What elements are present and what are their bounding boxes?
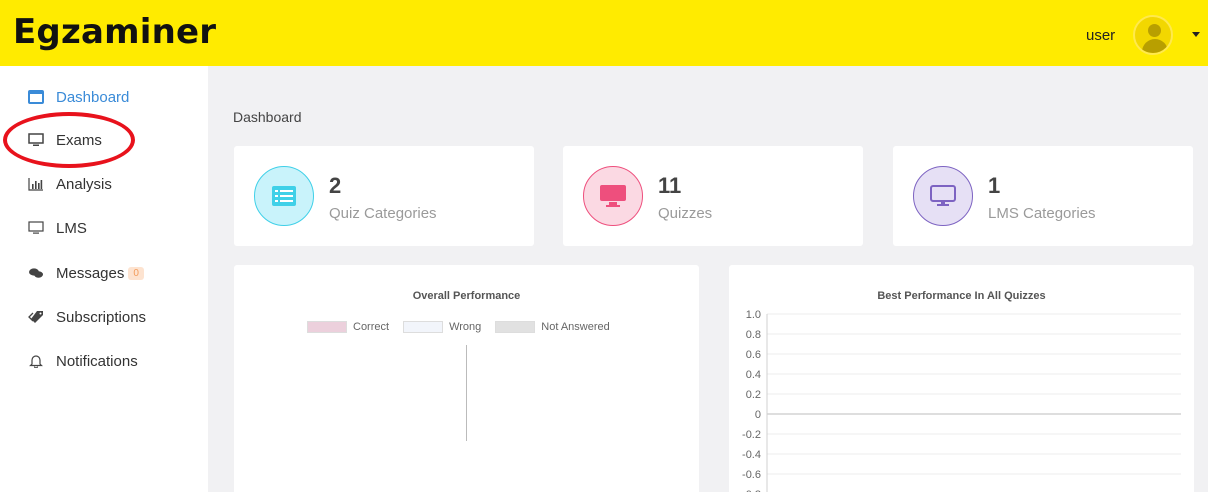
monitor-icon (913, 166, 973, 226)
app-logo[interactable]: Egzaminer (13, 12, 216, 52)
user-name[interactable]: user (1086, 27, 1115, 44)
sidebar-item-label: Analysis (56, 175, 112, 193)
sidebar-item-messages[interactable]: Messages 0 (25, 262, 144, 284)
chart-title: Overall Performance (412, 290, 521, 302)
sidebar-item-notifications[interactable]: Notifications (25, 350, 138, 372)
dashboard-icon (25, 89, 47, 105)
y-tick-label: 0.8 (746, 329, 761, 341)
legend-entry[interactable]: Correct (307, 321, 389, 333)
sidebar-item-label: LMS (56, 219, 87, 237)
stat-card-quizzes[interactable]: 11 Quizzes (563, 146, 863, 246)
tags-icon (25, 309, 47, 325)
stat-card-lms-categories[interactable]: 1 LMS Categories (893, 146, 1193, 246)
legend-entry[interactable]: Wrong (403, 321, 481, 333)
chart-legend: Correct Wrong Not Answered (307, 321, 624, 333)
sidebar-item-label: Messages (56, 264, 125, 282)
best-performance-card: Best Performance In All Quizzes 1.0 0.8 0.… (729, 265, 1194, 492)
chat-bubbles-icon (25, 265, 47, 281)
messages-count-badge: 0 (128, 266, 144, 280)
sidebar-item-lms[interactable]: LMS (25, 217, 87, 239)
legend-swatch (495, 321, 536, 333)
sidebar-item-dashboard[interactable]: Dashboard (25, 86, 129, 108)
bar-chart-icon (25, 176, 47, 192)
y-tick-label: 0.6 (746, 349, 761, 361)
stat-value: 2 (329, 173, 342, 198)
desktop-icon (583, 166, 643, 226)
stat-value: 11 (658, 173, 682, 198)
sidebar-item-label: Notifications (56, 352, 138, 370)
user-avatar-icon[interactable] (1133, 15, 1173, 55)
sidebar-item-subscriptions[interactable]: Subscriptions (25, 306, 146, 328)
stat-value: 1 (988, 173, 1001, 198)
best-performance-line-chart: 1.00.80.60.40.20-0.2-0.4-0.6-0.8 (742, 309, 1181, 492)
pie-chart-empty-divider (466, 345, 467, 441)
y-tick-label: -0.4 (742, 449, 761, 461)
sidebar-item-label: Subscriptions (56, 308, 147, 326)
stat-card-quiz-categories[interactable]: 2 Quiz Categories (234, 146, 534, 246)
stat-label: LMS Categories (988, 205, 1096, 222)
sidebar-item-analysis[interactable]: Analysis (25, 173, 112, 195)
y-tick-label: 1.0 (746, 309, 761, 321)
list-icon (254, 166, 314, 226)
y-tick-label: -0.6 (742, 469, 761, 481)
overall-performance-card: Overall Performance Correct Wrong Not An… (234, 265, 699, 492)
legend-swatch (403, 321, 444, 333)
y-tick-label: -0.2 (742, 429, 761, 441)
legend-label: Correct (353, 321, 390, 333)
y-tick-label: 0.4 (746, 369, 761, 381)
stat-label: Quizzes (658, 205, 713, 222)
legend-label: Wrong (449, 321, 482, 333)
y-tick-label: 0 (755, 409, 761, 421)
main-content: Dashboard 2 Quiz Categories 11 Quizzes 1… (208, 66, 1208, 492)
legend-entry[interactable]: Not Answered (495, 321, 610, 333)
bell-icon (25, 353, 47, 369)
exams-highlight-circle (3, 112, 135, 168)
monitor-outline-icon (25, 220, 47, 236)
breadcrumb[interactable]: Dashboard (233, 109, 302, 125)
y-tick-label: 0.2 (746, 389, 761, 401)
stat-label: Quiz Categories (329, 205, 437, 222)
user-menu-caret-icon[interactable] (1192, 32, 1200, 37)
legend-swatch (307, 321, 347, 333)
legend-label: Not Answered (541, 321, 610, 333)
sidebar-item-label: Dashboard (56, 88, 130, 106)
top-bar: Egzaminer user (0, 0, 1208, 66)
